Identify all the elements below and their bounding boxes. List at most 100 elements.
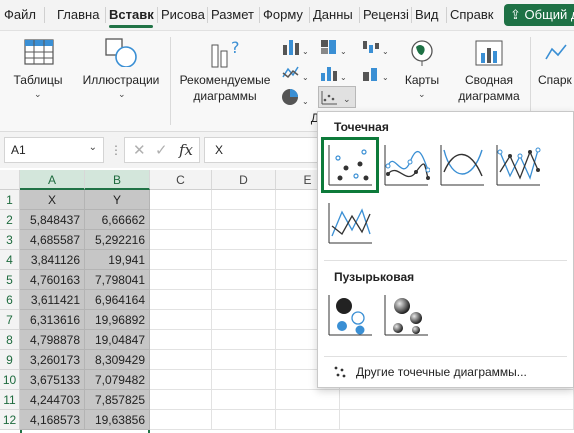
row-header[interactable]: 3 [0, 230, 20, 250]
column-header-c[interactable]: C [150, 170, 212, 190]
cell[interactable] [212, 210, 276, 230]
scatter-smooth-lines-option[interactable] [438, 142, 486, 188]
share-button[interactable]: ⇪ Общий д [504, 4, 574, 26]
bubble-3d-chart-option[interactable] [382, 292, 430, 338]
cell[interactable]: 4,798878 [20, 330, 85, 350]
cell[interactable] [150, 190, 212, 210]
waterfall-chart-button[interactable]: ⌄ [360, 37, 390, 57]
cell[interactable] [150, 390, 212, 410]
sparklines-button[interactable]: Спарк [536, 33, 574, 123]
cell[interactable] [212, 330, 276, 350]
cell[interactable] [212, 310, 276, 330]
cell[interactable]: X [20, 190, 85, 210]
scatter-chart-button[interactable]: ⌄ [318, 86, 356, 108]
scatter-chart-option[interactable] [321, 137, 379, 193]
more-scatter-charts-item[interactable]: Другие точечные диаграммы... [326, 362, 566, 382]
row-header[interactable]: 8 [0, 330, 20, 350]
tab-7[interactable]: Данны [309, 0, 359, 30]
line-chart-button[interactable]: ⌄ [280, 63, 310, 83]
cell[interactable]: 6,313616 [20, 310, 85, 330]
cell[interactable] [150, 210, 212, 230]
cell[interactable]: 8,309429 [85, 350, 150, 370]
confirm-icon[interactable]: ✓ [155, 141, 168, 159]
row-header[interactable]: 2 [0, 210, 20, 230]
cell[interactable]: 19,04847 [85, 330, 150, 350]
column-header-a[interactable]: A [20, 170, 85, 190]
cell[interactable] [212, 270, 276, 290]
tab-5[interactable]: Размет [207, 0, 259, 30]
cell[interactable] [212, 290, 276, 310]
cell[interactable] [150, 370, 212, 390]
tab-6[interactable]: Форму [259, 0, 309, 30]
cell[interactable]: 19,63856 [85, 410, 150, 430]
cell[interactable] [212, 370, 276, 390]
cell[interactable] [212, 350, 276, 370]
illustrations-button[interactable]: Иллюстрации ⌄ [78, 33, 164, 123]
cell[interactable] [150, 230, 212, 250]
row-header[interactable]: 9 [0, 350, 20, 370]
cell[interactable]: 4,168573 [20, 410, 85, 430]
combo-chart-button[interactable]: ⌄ [360, 63, 390, 83]
row-header[interactable]: 10 [0, 370, 20, 390]
cell[interactable]: 5,848437 [20, 210, 85, 230]
cell[interactable] [212, 410, 276, 430]
tab-10[interactable]: Справк [446, 0, 498, 30]
tables-button[interactable]: Таблицы ⌄ [6, 33, 70, 123]
cell[interactable]: 3,611421 [20, 290, 85, 310]
scatter-smooth-markers-option[interactable] [382, 142, 431, 188]
cell[interactable]: 4,685587 [20, 230, 85, 250]
cell[interactable] [212, 390, 276, 410]
cell[interactable] [212, 230, 276, 250]
cell[interactable] [150, 350, 212, 370]
cell[interactable]: 7,798041 [85, 270, 150, 290]
cancel-icon[interactable]: ✕ [133, 141, 146, 159]
select-all-corner[interactable] [0, 170, 20, 190]
recommended-charts-button[interactable]: ? Рекомендуемые диаграммы [176, 33, 274, 123]
tab-2[interactable]: Главна [53, 0, 105, 30]
cell[interactable]: 7,857825 [85, 390, 150, 410]
column-chart-button[interactable]: ⌄ [280, 37, 310, 57]
scatter-straight-markers-option[interactable] [494, 142, 542, 188]
cell[interactable] [150, 250, 212, 270]
cell[interactable]: Y [85, 190, 150, 210]
cell[interactable]: 6,66662 [85, 210, 150, 230]
cell[interactable] [212, 250, 276, 270]
row-header[interactable]: 1 [0, 190, 20, 210]
cell[interactable] [276, 410, 340, 430]
pie-chart-button[interactable]: ⌄ [280, 87, 310, 107]
cell[interactable] [212, 190, 276, 210]
tab-8[interactable]: Рецензі [359, 0, 411, 30]
scatter-straight-lines-option[interactable] [326, 200, 374, 246]
cell[interactable] [150, 330, 212, 350]
cell[interactable] [340, 390, 574, 410]
column-header-d[interactable]: D [212, 170, 276, 190]
tab-1[interactable]: Файл [0, 0, 44, 30]
name-box[interactable]: A1 ⌄ [4, 137, 104, 163]
cell[interactable]: 7,079482 [85, 370, 150, 390]
cell[interactable]: 6,964164 [85, 290, 150, 310]
row-header[interactable]: 11 [0, 390, 20, 410]
stat-chart-button[interactable]: ⌄ [318, 63, 348, 83]
tab-9[interactable]: Вид [411, 0, 446, 30]
insert-function-button[interactable]: fx [179, 141, 193, 159]
cell[interactable]: 3,260173 [20, 350, 85, 370]
row-header[interactable]: 7 [0, 310, 20, 330]
cell[interactable] [150, 270, 212, 290]
cell[interactable]: 19,941 [85, 250, 150, 270]
row-header[interactable]: 6 [0, 290, 20, 310]
pivot-chart-button[interactable]: Сводная диаграмма [452, 33, 526, 123]
cell[interactable]: 3,841126 [20, 250, 85, 270]
cell[interactable]: 3,675133 [20, 370, 85, 390]
cell[interactable]: 4,244703 [20, 390, 85, 410]
column-header-b[interactable]: B [85, 170, 150, 190]
cell[interactable] [150, 410, 212, 430]
bubble-chart-option[interactable] [326, 292, 374, 338]
cell[interactable] [340, 410, 574, 430]
cell[interactable] [150, 310, 212, 330]
row-header[interactable]: 12 [0, 410, 20, 430]
row-header[interactable]: 4 [0, 250, 20, 270]
row-header[interactable]: 5 [0, 270, 20, 290]
cell[interactable]: 5,292216 [85, 230, 150, 250]
tab-4[interactable]: Рисова [157, 0, 207, 30]
cell[interactable] [150, 290, 212, 310]
